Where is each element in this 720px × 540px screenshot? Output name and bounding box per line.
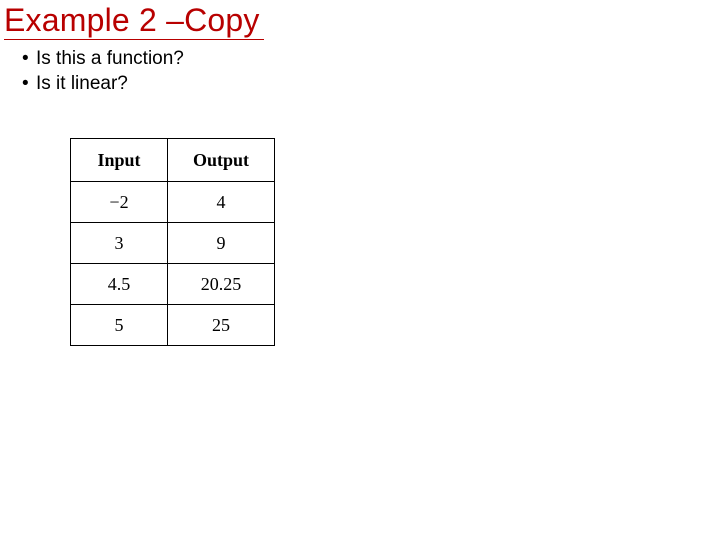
title-underline xyxy=(4,39,264,40)
bullet-dot-icon: • xyxy=(22,46,36,71)
bullet-text: Is this a function? xyxy=(36,46,184,71)
cell-output: 20.25 xyxy=(168,264,275,305)
cell-input: −2 xyxy=(71,182,168,223)
table-row: 3 9 xyxy=(71,223,275,264)
cell-input: 5 xyxy=(71,305,168,346)
cell-output: 9 xyxy=(168,223,275,264)
slide-title: Example 2 –Copy xyxy=(4,2,260,39)
cell-input: 4.5 xyxy=(71,264,168,305)
table-row: 5 25 xyxy=(71,305,275,346)
table-row: −2 4 xyxy=(71,182,275,223)
bullet-list: • Is this a function? • Is it linear? xyxy=(22,46,184,96)
bullet-item: • Is this a function? xyxy=(22,46,184,71)
bullet-item: • Is it linear? xyxy=(22,71,184,96)
table-header-row: Input Output xyxy=(71,139,275,182)
slide: Example 2 –Copy • Is this a function? • … xyxy=(0,0,720,540)
cell-output: 25 xyxy=(168,305,275,346)
io-table: Input Output −2 4 3 9 4.5 20.25 5 25 xyxy=(70,138,275,346)
cell-output: 4 xyxy=(168,182,275,223)
header-output: Output xyxy=(168,139,275,182)
bullet-dot-icon: • xyxy=(22,71,36,96)
table-row: 4.5 20.25 xyxy=(71,264,275,305)
header-input: Input xyxy=(71,139,168,182)
cell-input: 3 xyxy=(71,223,168,264)
bullet-text: Is it linear? xyxy=(36,71,128,96)
